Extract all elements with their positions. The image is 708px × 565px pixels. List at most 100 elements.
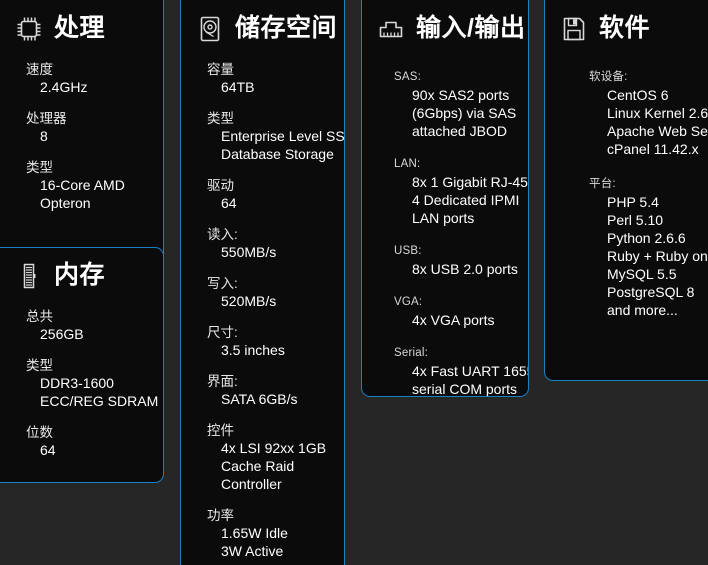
spec-value: CentOS 6 [607,87,669,103]
spec-item: LAN: 8x 1 Gigabit RJ-45 4 Dedicated IPMI… [394,156,528,227]
spec-item: 速度 2.4GHz [26,61,155,96]
card-io-header: 输入/输出 [362,1,528,47]
spec-value: 4 Dedicated IPMI [412,192,520,208]
spec-value: 2.4GHz [40,79,88,95]
spec-value: 3W Active [221,543,284,559]
card-storage-title: 储存空间 [235,14,338,42]
hard-drive-icon [195,14,225,44]
spec-label: 速度 [26,62,53,77]
spec-value: 90x SAS2 ports [412,87,510,103]
spec-value: 520MB/s [221,293,277,309]
card-software: 软件 软设备: CentOS 6 Linux Kernel 2.6.32 Apa… [544,0,708,381]
card-memory-header: 内存 [0,248,163,294]
spec-item: 处理器 8 [26,110,155,145]
card-storage: 储存空间 容量 64TB 类型 Enterprise Level SSD Dat… [180,0,345,565]
spec-value: 8x 1 Gigabit RJ-45 [412,174,528,190]
spec-label: 功率 [207,508,234,523]
spec-label: VGA: [394,296,423,308]
spec-value: Database Storage [221,146,334,162]
spec-label: 类型 [207,111,234,126]
spec-label: 写入: [207,276,238,291]
spec-label: 读入: [207,227,238,242]
spec-value: MySQL 5.5 [607,266,677,282]
spec-value: Enterprise Level SSD [221,128,345,144]
spec-value: 8x USB 2.0 ports [412,261,518,277]
spec-value: DDR3-1600 [40,375,114,391]
spec-item: 总共 256GB [26,308,155,343]
card-memory-body: 总共 256GB 类型 DDR3-1600 ECC/REG SDRAM 位数 6… [0,294,163,471]
spec-item: 位数 64 [26,424,155,459]
spec-item: SAS: 90x SAS2 ports (6Gbps) via SAS atta… [394,69,520,140]
spec-value: 4x Fast UART 16550 [412,363,528,379]
spec-value: 256GB [40,326,84,342]
spec-item: 写入: 520MB/s [207,275,336,310]
spec-value: 4x VGA ports [412,312,495,328]
spec-value: cPanel 11.42.x [607,141,699,157]
spec-value: LAN ports [412,210,475,226]
spec-value: ECC/REG SDRAM [40,393,159,409]
spec-label: 平台: [589,178,616,190]
spec-value: 1.65W Idle [221,525,288,541]
spec-value: Controller [221,476,282,492]
spec-item: 尺寸: 3.5 inches [207,324,336,359]
card-processing-title: 处理 [54,14,106,42]
spec-value: 64TB [221,79,255,95]
spec-label: 总共 [26,309,53,324]
spec-label: Serial: [394,347,428,359]
spec-label: 容量 [207,62,234,77]
spec-item: VGA: 4x VGA ports [394,294,520,329]
spec-value: 8 [40,128,48,144]
spec-sheet-page: 处理 速度 2.4GHz 处理器 8 类型 16-Core AMD Optero… [0,0,708,565]
card-storage-body: 容量 64TB 类型 Enterprise Level SSD Database… [181,47,344,565]
spec-item: 软设备: CentOS 6 Linux Kernel 2.6.32 Apache… [589,69,708,158]
spec-value: (6Gbps) via SAS [412,105,517,121]
spec-value: Opteron [40,195,91,211]
spec-value: 3.5 inches [221,342,285,358]
card-processing-body: 速度 2.4GHz 处理器 8 类型 16-Core AMD Opteron [0,47,163,224]
spec-label: 类型 [26,160,53,175]
spec-label: 界面: [207,374,238,389]
spec-value: and more... [607,302,678,318]
card-storage-header: 储存空间 [181,1,344,47]
spec-value: 64 [221,195,237,211]
spec-item: 驱动 64 [207,177,336,212]
spec-item: Serial: 4x Fast UART 16550 serial COM po… [394,345,528,397]
spec-value: 550MB/s [221,244,277,260]
card-io-title: 输入/输出 [416,14,526,42]
card-software-title: 软件 [599,14,651,42]
spec-item: 读入: 550MB/s [207,226,336,261]
spec-item: 平台: PHP 5.4 Perl 5.10 Python 2.6.6 Ruby … [589,176,708,319]
spec-item: 类型 DDR3-1600 ECC/REG SDRAM [26,357,159,410]
spec-value: 16-Core AMD [40,177,125,193]
spec-value: attached JBOD [412,123,507,139]
spec-value: 4x LSI 92xx 1GB [221,440,327,456]
spec-label: 控件 [207,423,234,438]
card-io-body: SAS: 90x SAS2 ports (6Gbps) via SAS atta… [362,47,528,397]
spec-label: 位数 [26,425,53,440]
spec-value: Perl 5.10 [607,212,664,228]
spec-label: LAN: [394,158,421,170]
card-software-body: 软设备: CentOS 6 Linux Kernel 2.6.32 Apache… [545,47,708,331]
spec-value: serial COM ports [412,381,518,397]
card-processing-header: 处理 [0,1,163,47]
spec-item: 界面: SATA 6GB/s [207,373,336,408]
spec-value: SATA 6GB/s [221,391,298,407]
card-io: 输入/输出 SAS: 90x SAS2 ports (6Gbps) via SA… [361,0,529,397]
spec-value: Linux Kernel 2.6.32 [607,105,708,121]
spec-label: 驱动 [207,178,234,193]
spec-value: Ruby + Ruby on Rails [607,248,708,264]
spec-item: 类型 16-Core AMD Opteron [26,159,155,212]
spec-label: USB: [394,245,422,257]
spec-item: 功率 1.65W Idle 3W Active [207,507,336,560]
card-memory-title: 内存 [54,261,106,289]
spec-item: 容量 64TB [207,61,336,96]
card-software-header: 软件 [545,1,708,47]
spec-label: SAS: [394,71,422,83]
spec-label: 软设备: [589,71,628,83]
spec-value: 64 [40,442,56,458]
spec-value: PostgreSQL 8 [607,284,695,300]
spec-value: Python 2.6.6 [607,230,686,246]
card-memory: 内存 总共 256GB 类型 DDR3-1600 ECC/REG SDRAM 位… [0,247,164,483]
spec-item: 类型 Enterprise Level SSD Database Storage [207,110,345,163]
spec-item: USB: 8x USB 2.0 ports [394,243,520,278]
